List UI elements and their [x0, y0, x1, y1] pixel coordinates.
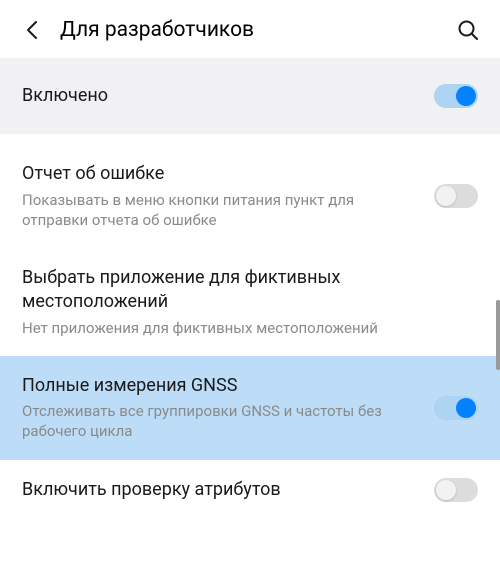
- row-content: Выбрать приложение для фиктивных местопо…: [22, 266, 478, 338]
- row-content: Отчет об ошибке Показывать в меню кнопки…: [22, 162, 434, 230]
- row-title: Включить проверку атрибутов: [22, 478, 418, 502]
- gap: [0, 134, 500, 144]
- settings-row-mocklocation[interactable]: Выбрать приложение для фиктивных местопо…: [0, 248, 500, 356]
- toggle-attrcheck[interactable]: [434, 478, 478, 502]
- toggle-bugreport[interactable]: [434, 184, 478, 208]
- row-subtitle: Отслеживать все группировки GNSS и часто…: [22, 401, 418, 442]
- toggle-knob: [436, 480, 456, 500]
- settings-row-gnss[interactable]: Полные измерения GNSS Отслеживать все гр…: [0, 356, 500, 460]
- toggle-knob: [436, 186, 456, 206]
- settings-row-attrcheck[interactable]: Включить проверку атрибутов: [0, 460, 500, 520]
- settings-row-enabled[interactable]: Включено: [0, 58, 500, 134]
- toggle-enabled[interactable]: [434, 84, 478, 108]
- toggle-knob: [456, 398, 476, 418]
- header: Для разработчиков: [0, 0, 500, 58]
- row-content: Полные измерения GNSS Отслеживать все гр…: [22, 374, 434, 442]
- row-content: Включить проверку атрибутов: [22, 478, 434, 502]
- back-icon[interactable]: [20, 18, 44, 42]
- row-content: Включено: [22, 84, 434, 108]
- row-subtitle: Нет приложения для фиктивных местоположе…: [22, 318, 462, 338]
- row-title: Включено: [22, 84, 418, 108]
- toggle-gnss[interactable]: [434, 396, 478, 420]
- search-icon[interactable]: [456, 18, 480, 42]
- page-title: Для разработчиков: [60, 18, 456, 42]
- toggle-knob: [456, 86, 476, 106]
- row-title: Отчет об ошибке: [22, 162, 418, 186]
- row-title: Выбрать приложение для фиктивных местопо…: [22, 266, 462, 315]
- scrollbar-thumb[interactable]: [496, 300, 500, 370]
- row-title: Полные измерения GNSS: [22, 374, 418, 398]
- settings-row-bugreport[interactable]: Отчет об ошибке Показывать в меню кнопки…: [0, 144, 500, 248]
- row-subtitle: Показывать в меню кнопки питания пункт д…: [22, 190, 418, 231]
